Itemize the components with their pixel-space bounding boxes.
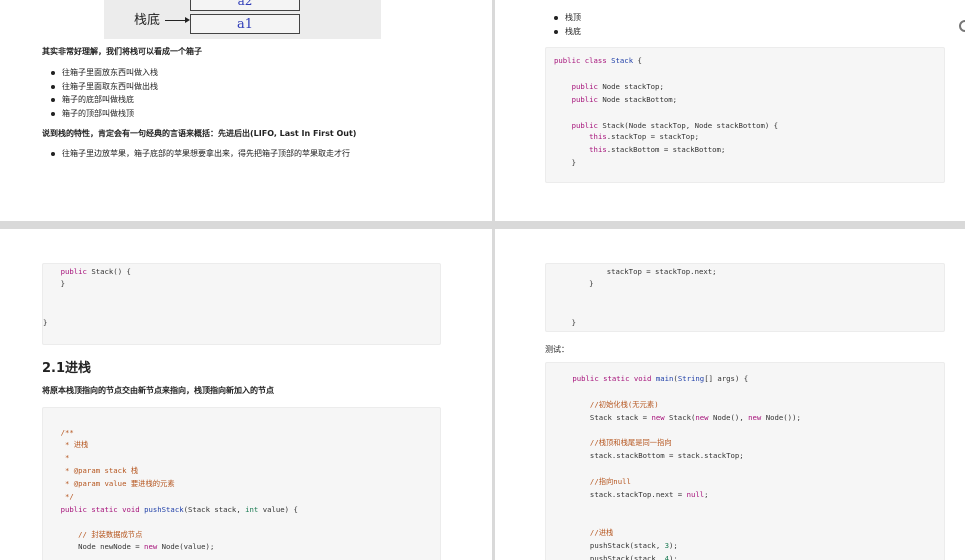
code-block-pop-tail: stackTop = stackTop.next; } } <box>545 263 945 332</box>
list-item: 往箱子里边放苹果，箱子底部的苹果想要拿出来，得先把箱子顶部的苹果取走才行 <box>42 147 350 161</box>
document-page-4: stackTop = stackTop.next; } } 测试： public… <box>495 229 965 560</box>
code-line: this.stackBottom = stackBottom; <box>589 145 726 154</box>
code-line: * <box>43 453 70 462</box>
code-line: * @param stack 栈 <box>43 466 139 475</box>
list-item: 栈顶 <box>545 11 581 25</box>
code-line: } <box>554 318 576 327</box>
code-line: // 封装数据成节点 <box>43 530 143 539</box>
list-item: 往箱子里面放东西叫做入栈 <box>42 66 158 80</box>
code-line: Node newNode = new Node(value); <box>43 542 215 551</box>
code-line: public Stack() { <box>60 267 131 276</box>
test-label: 测试： <box>545 345 569 354</box>
code-line: //指向null <box>546 477 631 486</box>
code-line: //初始化栈(无元素) <box>546 400 659 409</box>
code-line: //进栈 <box>546 528 614 537</box>
document-page-2: 栈顶 栈底 public class Stack { public Node s… <box>495 0 965 221</box>
stack-cell-a2: a2 <box>190 0 300 11</box>
code-line: public Stack(Node stackTop, Node stackBo… <box>571 121 779 130</box>
section-heading: 2.1进栈 <box>42 361 92 376</box>
document-page-1: a2 a1 栈底 其实非常好理解，我们将栈可以看成一个箱子 往箱子里面放东西叫做… <box>0 0 492 221</box>
code-line: public static void pushStack(Stack stack… <box>60 505 298 514</box>
code-line: } <box>554 279 594 288</box>
code-line: Stack stack = new Stack(new Node(), new … <box>546 413 801 422</box>
code-line: } <box>43 318 48 327</box>
code-block-constructor: public Stack() { } } <box>42 263 441 345</box>
box-analogy-list: 往箱子里面放东西叫做入栈 往箱子里面取东西叫做出栈 箱子的底部叫做栈底 箱子的顶… <box>42 66 158 120</box>
code-line: public class Stack { <box>554 56 642 65</box>
code-line: stack.stackTop.next = null; <box>546 490 709 499</box>
list-item: 箱子的底部叫做栈底 <box>42 93 158 107</box>
code-line: * @param value 要进栈的元素 <box>43 479 175 488</box>
list-item: 栈底 <box>545 25 581 39</box>
code-line: public Node stackTop; <box>571 82 664 91</box>
stack-bottom-label: 栈底 <box>134 13 161 28</box>
document-page-3: public Stack() { } } 2.1进栈 将原本栈顶指向的节点交由新… <box>0 229 492 560</box>
code-line: public Node stackBottom; <box>571 95 678 104</box>
code-line: stackTop = stackTop.next; <box>554 267 717 276</box>
stack-cell-a1: a1 <box>190 14 300 34</box>
code-line: this.stackTop = stackTop; <box>589 132 699 141</box>
list-item: 往箱子里面取东西叫做出栈 <box>42 80 158 94</box>
stack-diagram: a2 a1 栈底 <box>104 0 381 39</box>
intro-text: 其实非常好理解，我们将栈可以看成一个箱子 <box>42 47 202 56</box>
stack-parts-list: 栈顶 栈底 <box>545 11 581 38</box>
section-description: 将原本栈顶指向的节点交由新节点来指向，栈顶指向新加入的节点 <box>42 386 274 395</box>
code-block-main-test: public static void main(String[] args) {… <box>545 362 945 560</box>
code-line: public static void main(String[] args) { <box>572 374 749 383</box>
code-line: stack.stackBottom = stack.stackTop; <box>546 451 744 460</box>
code-block-push-stack: /** * 进栈 * * @param stack 栈 * @param val… <box>42 407 441 560</box>
example-list: 往箱子里边放苹果，箱子底部的苹果想要拿出来，得先把箱子顶部的苹果取走才行 <box>42 147 350 161</box>
code-line: /** <box>43 428 74 437</box>
arrow-icon <box>165 17 190 23</box>
code-line: */ <box>43 492 74 501</box>
list-item: 箱子的顶部叫做栈顶 <box>42 107 158 121</box>
scroll-handle-icon[interactable] <box>959 20 965 32</box>
code-line: //栈顶和栈尾是同一指向 <box>546 438 672 447</box>
code-line: pushStack(stack, 4); <box>546 554 678 560</box>
code-line: } <box>554 158 576 167</box>
code-block-stack-class: public class Stack { public Node stackTo… <box>545 47 945 183</box>
code-line: * 进栈 <box>43 440 89 449</box>
code-line: } <box>43 279 65 288</box>
code-line: pushStack(stack, 3); <box>546 541 678 550</box>
lifo-text: 说到栈的特性，肯定会有一句经典的言语来概括：先进后出(LIFO, Last In… <box>42 129 357 138</box>
